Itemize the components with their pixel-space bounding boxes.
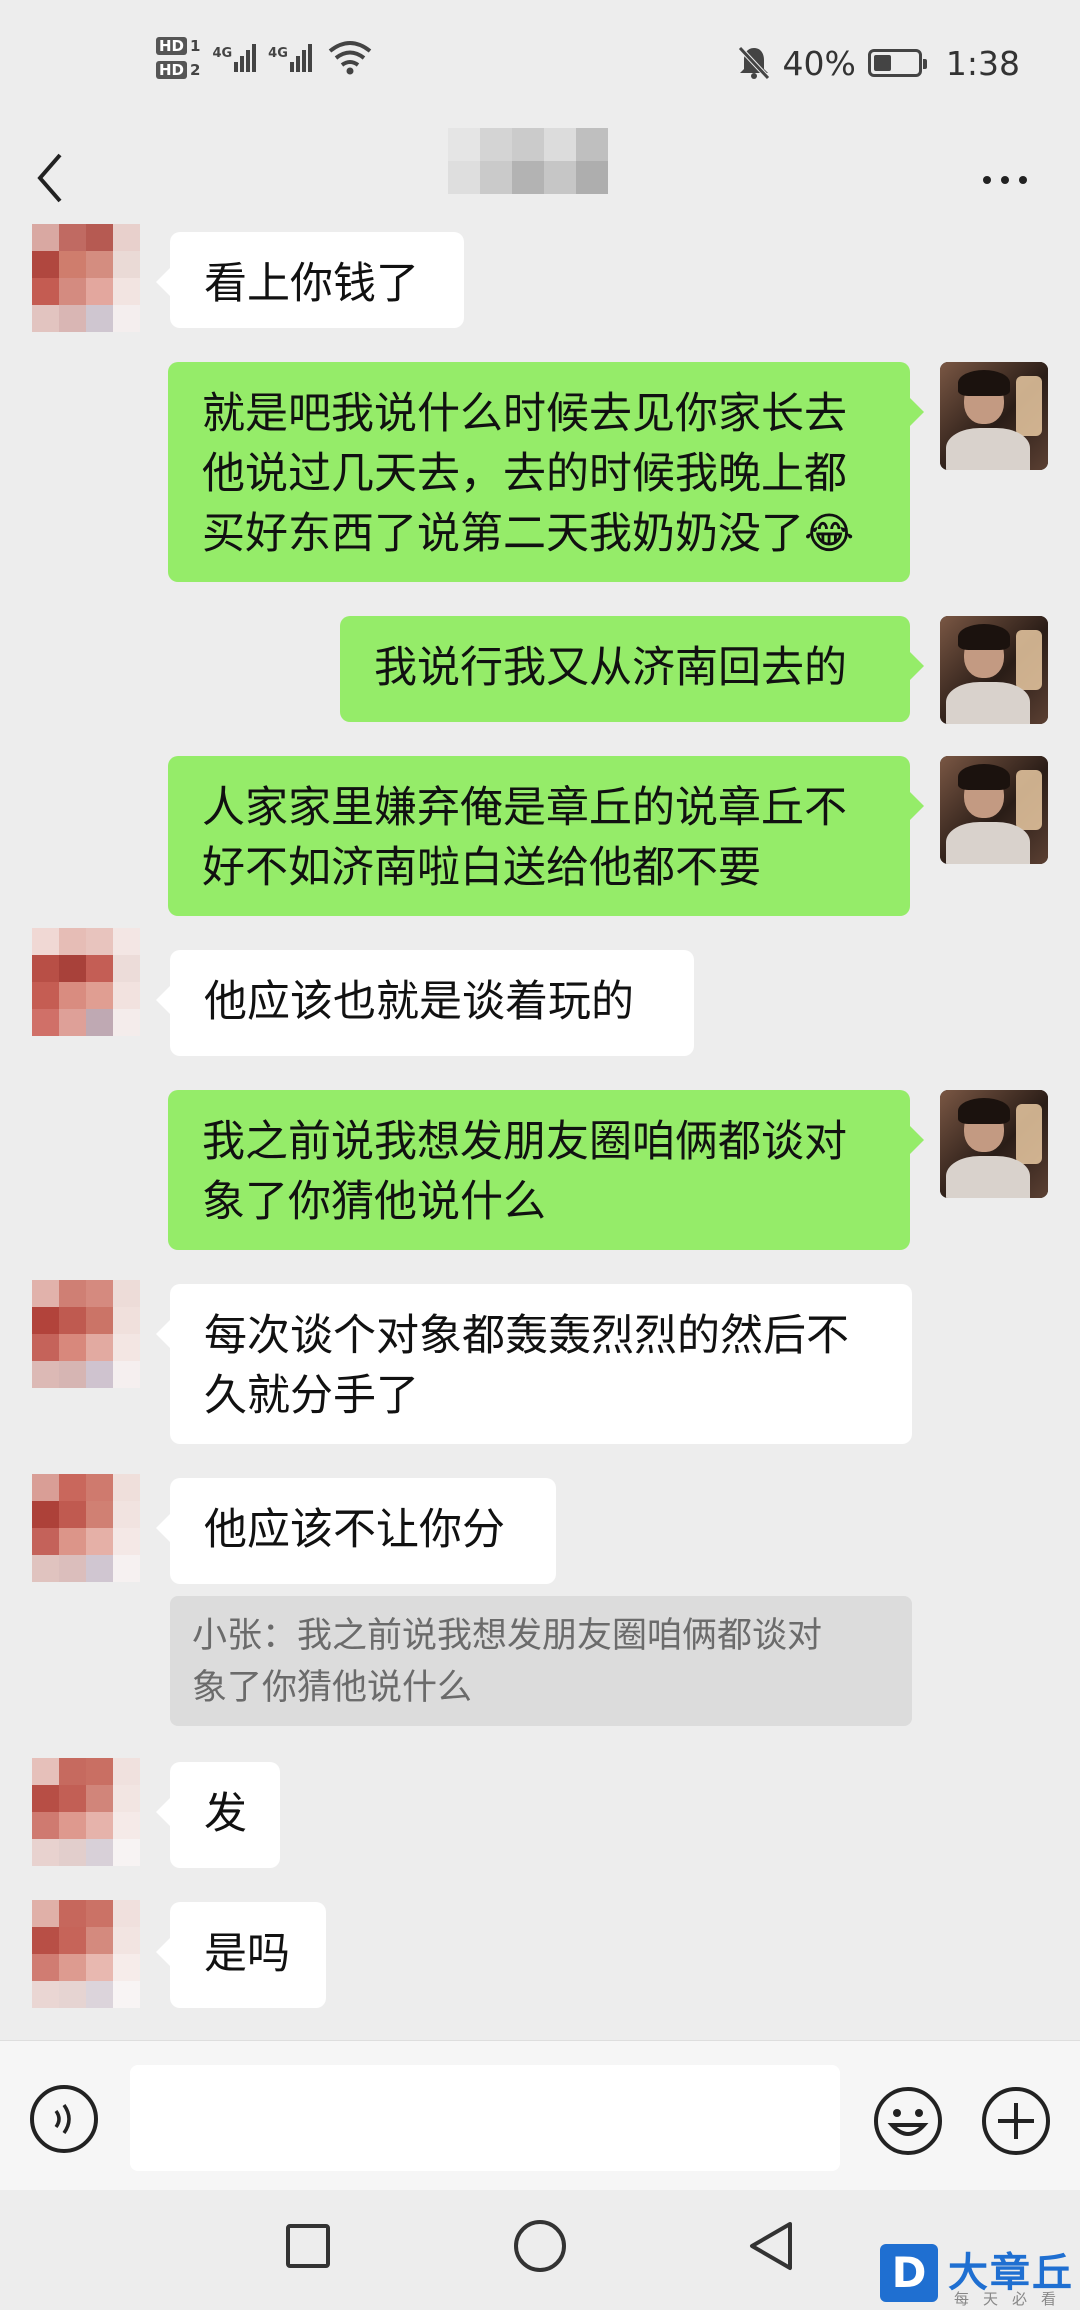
message-bubble-incoming[interactable]: 看上你钱了 [156, 232, 464, 328]
message-bubble-outgoing[interactable]: 我说行我又从济南回去的 [340, 616, 924, 722]
contact-avatar[interactable] [32, 1758, 140, 1866]
message-bubble-incoming[interactable]: 发 [156, 1762, 280, 1868]
message-bubble-outgoing[interactable]: 人家家里嫌弃俺是章丘的说章丘不 好不如济南啦白送给他都不要 [168, 756, 924, 916]
hd2-label: HD [156, 61, 188, 79]
status-icons-left: HD 1 HD 2 4G 4G [156, 28, 374, 88]
voice-button[interactable] [30, 2085, 98, 2153]
back-button[interactable] [30, 143, 100, 213]
hd2-indicator: HD 2 [156, 61, 200, 79]
more-actions-button[interactable] [980, 2085, 1052, 2157]
signal-icon-1: 4G [212, 44, 257, 72]
clock: 1:38 [945, 43, 1020, 83]
watermark-logo: D 大章丘 每天必看 [880, 2240, 1080, 2310]
input-bar [0, 2040, 1080, 2191]
chevron-left-icon [37, 153, 62, 203]
recent-apps-button[interactable] [286, 2224, 330, 2268]
hd2-num: 2 [190, 61, 201, 79]
home-button[interactable] [514, 2220, 566, 2272]
message-bubble-outgoing[interactable]: 就是吧我说什么时候去见你家长去 他说过几天去，去的时候我晚上都 买好东西了说第二… [168, 362, 924, 582]
voice-icon [54, 2103, 71, 2135]
hd1-num: 1 [190, 37, 201, 55]
wifi-icon [328, 41, 372, 75]
message-input[interactable] [130, 2065, 840, 2171]
status-icons-right: 40% 1:38 [737, 38, 1020, 88]
message-bubble-incoming[interactable]: 每次谈个对象都轰轰烈烈的然后不 久就分手了 [156, 1284, 912, 1444]
contact-avatar[interactable] [32, 1280, 140, 1388]
status-bar: HD 1 HD 2 4G 4G 40% 1:38 [0, 0, 1080, 125]
bell-off-icon [737, 46, 770, 80]
triangle-back-icon [750, 2222, 792, 2270]
watermark-badge: D [880, 2244, 938, 2302]
more-options-button[interactable] [970, 155, 1040, 205]
my-avatar[interactable] [940, 362, 1048, 470]
ellipsis-icon [983, 176, 991, 184]
my-avatar[interactable] [940, 1090, 1048, 1198]
hd1-label: HD [156, 37, 188, 55]
emoji-button[interactable] [872, 2085, 944, 2157]
my-avatar[interactable] [940, 756, 1048, 864]
quoted-reply[interactable]: 小张：我之前说我想发朋友圈咱俩都谈对 象了你猜他说什么 [170, 1596, 912, 1726]
chat-header [0, 125, 1080, 235]
battery-percent: 40% [782, 43, 856, 83]
signal-icon-2: 4G [268, 44, 312, 72]
contact-avatar[interactable] [32, 1900, 140, 2008]
chat-title-blurred [448, 128, 608, 194]
net1-label: 4G [212, 46, 233, 61]
hd1-indicator: HD 1 [156, 37, 200, 55]
message-bubble-incoming[interactable]: 他应该也就是谈着玩的 [156, 950, 694, 1056]
my-avatar[interactable] [940, 616, 1048, 724]
watermark-sub: 每天必看 [954, 2290, 1071, 2308]
message-bubble-outgoing[interactable]: 我之前说我想发朋友圈咱俩都谈对 象了你猜他说什么 [168, 1090, 924, 1250]
contact-avatar[interactable] [32, 928, 140, 1036]
message-bubble-incoming[interactable]: 是吗 [156, 1902, 326, 2008]
plus-icon [982, 2087, 1050, 2155]
net2-label: 4G [268, 46, 288, 61]
contact-avatar[interactable] [32, 224, 140, 332]
battery-icon [867, 49, 927, 77]
message-bubble-incoming[interactable]: 他应该不让你分 [156, 1478, 556, 1584]
system-back-button[interactable] [746, 2220, 796, 2272]
emoji-icon [874, 2087, 942, 2155]
contact-avatar[interactable] [32, 1474, 140, 1582]
